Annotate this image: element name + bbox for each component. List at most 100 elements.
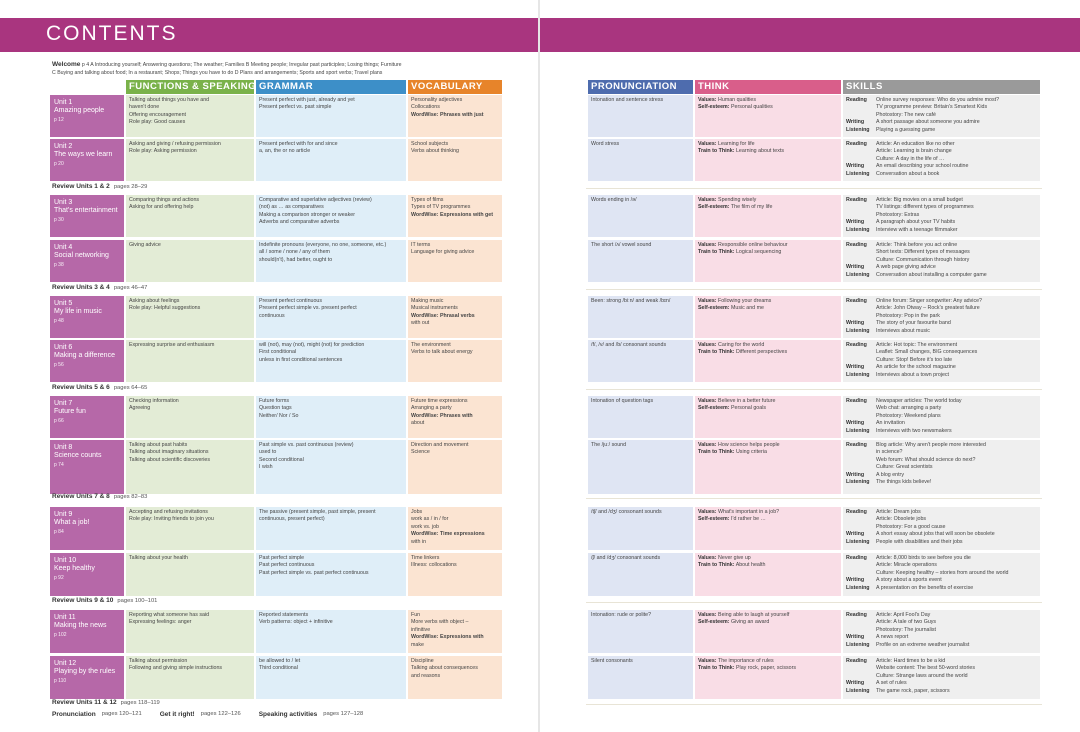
unit-page: p 66: [54, 417, 64, 424]
review-link[interactable]: Review Units 5 & 6 pages 64–65: [52, 384, 147, 391]
skills-line: Reading Article: An education like no oth…: [846, 141, 1037, 148]
entry-line: Past perfect simple: [259, 555, 305, 561]
entry-line: Asking about feelings: [129, 298, 180, 304]
unit-label[interactable]: Unit 8 Science counts p 74: [50, 440, 124, 494]
think-label: Train to Think:: [698, 665, 735, 672]
think-text: The film of my life: [730, 204, 773, 211]
unit-num: Unit 12: [54, 660, 77, 667]
unit-label[interactable]: Unit 10 Keep healthy p 92: [50, 553, 124, 596]
skills-label: Writing: [846, 119, 865, 126]
skills-label: [846, 457, 876, 464]
skills-line: Culture: Keeping healthy – stories from …: [846, 570, 1037, 577]
think-line: Values: How science helps people: [698, 442, 838, 449]
entry-line: Checking information: [129, 398, 179, 404]
skills-label: [846, 524, 876, 531]
entry-line: continuous: [259, 312, 285, 319]
skills-text: Culture: Strange laws around the world: [876, 672, 968, 679]
unit-label[interactable]: Unit 9 What a job! p 84: [50, 507, 124, 550]
think-cell: Values: Learning for life Train to Think:…: [695, 139, 841, 181]
skills-label: [846, 570, 876, 577]
unit-label[interactable]: Unit 12 Playing by the rules p 110: [50, 656, 124, 699]
think-text: Being able to laugh at yourself: [718, 612, 790, 618]
header-grammar: GRAMMAR: [256, 80, 406, 94]
think-text: The importance of rules: [717, 658, 774, 664]
skills-line: Reading Online survey responses: Who do y…: [846, 97, 1037, 104]
skills-label: [846, 212, 876, 219]
review-link[interactable]: Review Units 9 & 10 pages 100–101: [52, 597, 157, 604]
think-label: Self-esteem:: [698, 204, 730, 211]
unit-label[interactable]: Unit 4 Social networking p 38: [50, 240, 124, 282]
entry-line: Fun: [411, 612, 421, 618]
entry-line: will (not), may (not), might (not) for p…: [259, 342, 365, 348]
entry-line: The short /ʌ/ vowel sound: [591, 242, 652, 248]
skills-text: Article: April Fool's Day: [876, 612, 931, 618]
footer-speaking-activities[interactable]: Speaking activities: [259, 711, 318, 718]
unit-label[interactable]: Unit 7 Future fun p 66: [50, 396, 124, 438]
entry-line: with in: [411, 538, 427, 545]
entry-line: a, an, the or no article: [259, 148, 311, 155]
skills-line: Photostory: For a good cause: [846, 524, 1037, 531]
unit-title: Making a difference: [54, 352, 115, 359]
unit-row-right: Been: strong /biːn/ and weak /bɪn/Values…: [588, 296, 1042, 338]
review-link[interactable]: Review Units 1 & 2 pages 28–29: [52, 183, 147, 190]
skills-label: Reading: [846, 242, 867, 248]
skills-text: Photostory: The journalist: [876, 626, 936, 633]
skills-line: Writing A news report: [846, 634, 1037, 641]
entry-line: haven't done: [129, 104, 160, 111]
skills-text: Culture: Keeping healthy – stories from …: [876, 569, 1009, 576]
unit-num: Unit 10: [54, 557, 77, 564]
functions-cell: Talking about past habits Talking about i…: [126, 440, 254, 494]
skills-label: Reading: [846, 555, 867, 561]
skills-text: Online survey responses: Who do you admi…: [876, 97, 1000, 103]
think-cell: Values: Never give up Train to Think: Abo…: [695, 553, 841, 596]
unit-label[interactable]: Unit 11 Making the news p 102: [50, 610, 124, 653]
skills-line: Reading Blog article: Why aren't people m…: [846, 442, 1037, 449]
unit-label[interactable]: Unit 6 Making a difference p 56: [50, 340, 124, 382]
unit-label[interactable]: Unit 5 My life in music p 48: [50, 296, 124, 338]
entry-line: Adverbs and comparative adverbs: [259, 219, 340, 226]
entry-line: /f/, /v/ and /b/ consonant sounds: [591, 342, 667, 348]
footer-get-it-right[interactable]: Get it right!: [160, 711, 195, 718]
skills-label: [846, 627, 876, 634]
footer-pronunciation[interactable]: Pronunciation: [52, 711, 96, 718]
skills-line: Reading Article: Dream jobs: [846, 509, 1037, 516]
skills-label: [846, 562, 876, 569]
unit-label[interactable]: Unit 1 Amazing people p 12: [50, 95, 124, 137]
think-text: I'd rather be …: [730, 516, 766, 523]
entry-line: Comparative and superlative adjectives (…: [259, 197, 372, 203]
entry-line: Reporting what someone has said: [129, 612, 210, 618]
review-link[interactable]: Review Units 3 & 4 pages 46–47: [52, 284, 147, 291]
skills-line: Writing A set of rules: [846, 680, 1037, 687]
skills-line: Reading Article: Hot topic: The environme…: [846, 342, 1037, 349]
entry-line: Offering encouragement: [129, 111, 187, 118]
skills-label: Reading: [846, 97, 867, 103]
think-label: Values:: [698, 298, 717, 304]
skills-line: Article: Miracle operations: [846, 562, 1037, 569]
skills-text: Web chat: arranging a party: [876, 405, 942, 412]
skills-label: Listening: [846, 687, 870, 694]
think-text: Believe in a better future: [718, 398, 776, 404]
skills-label: Reading: [846, 658, 867, 664]
entry-line: infinitive: [411, 626, 431, 633]
skills-line: Article: John Otway – Rock's greatest fa…: [846, 305, 1037, 312]
skills-line: Culture: Communication through history: [846, 257, 1037, 264]
unit-page: p 110: [54, 677, 67, 684]
skills-text: Culture: Great scientists: [876, 464, 933, 471]
skills-label: Listening: [846, 371, 870, 378]
skills-label: [846, 516, 876, 523]
review-link[interactable]: Review Units 7 & 8 pages 82–83: [52, 493, 147, 500]
entry-line: Talking about your health: [129, 555, 188, 561]
entry-line: WordWise: Expressions with: [411, 634, 484, 641]
entry-line: WordWise: Time expressions: [411, 531, 485, 538]
review-link[interactable]: Review Units 11 & 12 pages 118–119: [52, 699, 160, 706]
skills-text: Article: 8,000 birds to see before you d…: [876, 555, 971, 561]
skills-line: Article: Obsolete jobs: [846, 516, 1037, 523]
review-divider: [586, 289, 1042, 290]
think-line: Train to Think: Logical sequencing: [698, 249, 838, 256]
skills-label: [846, 413, 876, 420]
entry-line: /tʃ/ and /dʒ/ consonant sounds: [591, 509, 662, 515]
unit-label[interactable]: Unit 2 The ways we learn p 20: [50, 139, 124, 181]
unit-label[interactable]: Unit 3 That's entertainment p 30: [50, 195, 124, 237]
skills-cell: Reading Online forum: Singer songwriter: …: [843, 296, 1040, 338]
skills-label: Writing: [846, 680, 865, 687]
